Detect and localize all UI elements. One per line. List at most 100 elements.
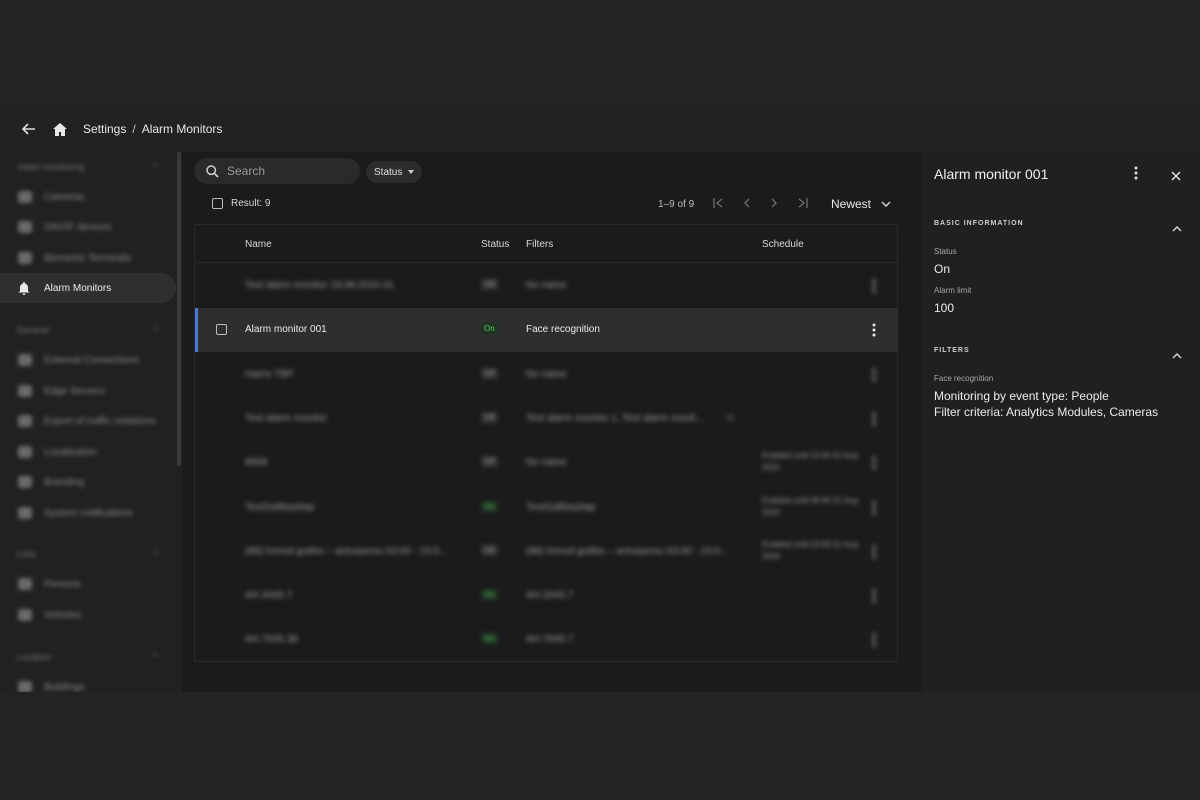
row-name: Test alarm monitor xyxy=(245,413,328,424)
table-row[interactable]: Harris TBP Off No name xyxy=(195,353,897,397)
sidebar-item-branding[interactable]: Branding xyxy=(0,467,176,497)
sidebar-item-label: Export of traffic violations xyxy=(44,415,156,427)
sidebar-item-external-connections[interactable]: External Connections xyxy=(0,345,176,375)
row-status-badge: Off xyxy=(481,545,498,556)
chevron-up-icon[interactable] xyxy=(1172,346,1182,364)
row-filters: AH.7645.7 xyxy=(526,634,574,645)
sidebar-item-label: System notifications xyxy=(44,507,133,519)
sidebar-group-location[interactable]: Location ^ xyxy=(17,652,157,662)
row-more-icon[interactable] xyxy=(872,589,876,606)
chevron-up-icon: ^ xyxy=(153,162,158,172)
sidebar-group-label: General xyxy=(17,325,50,335)
row-filters: AH.3445.7 xyxy=(526,590,574,601)
row-name: Harris TBP xyxy=(245,369,294,380)
sidebar-item-vehicles[interactable]: Vehicles xyxy=(0,600,176,630)
sidebar-scrollbar[interactable] xyxy=(177,152,181,466)
section-basic-information: BASIC INFORMATION xyxy=(934,220,1024,227)
sidebar-item-label: Alarm Monitors xyxy=(44,282,112,294)
row-more-icon[interactable] xyxy=(872,501,876,518)
row-more-icon[interactable] xyxy=(872,456,876,473)
row-filters: No name xyxy=(526,457,567,468)
sidebar-group-lists[interactable]: Lists ^ xyxy=(17,549,157,559)
chevron-up-icon: ^ xyxy=(153,549,158,559)
first-page-icon[interactable] xyxy=(712,196,726,210)
search-input[interactable] xyxy=(227,164,337,178)
row-more-icon[interactable] xyxy=(872,633,876,650)
search-icon xyxy=(206,164,219,178)
sidebar-item-terminals[interactable]: Biometric Terminals xyxy=(0,243,176,273)
chevron-up-icon: ^ xyxy=(153,652,158,662)
sidebar-item-persons[interactable]: Persons xyxy=(0,569,176,599)
table-row[interactable]: (88) Inmod grafes – anturpersu 03:00 - 2… xyxy=(195,530,897,574)
bell-icon xyxy=(18,282,32,295)
sidebar-item-label: Branding xyxy=(44,476,85,488)
back-arrow-icon[interactable] xyxy=(19,119,39,139)
table-row-selected[interactable]: Alarm monitor 001 On Face recognition xyxy=(195,308,897,352)
main-content: Status Result: 9 1–9 of 9 Newest Name St xyxy=(182,152,922,692)
sidebar-item-label: Vehicles xyxy=(44,609,82,621)
result-count: Result: 9 xyxy=(231,198,271,209)
sidebar-item-localization[interactable]: Localization xyxy=(0,437,176,467)
row-status-badge: Off xyxy=(481,368,498,379)
sidebar-item-alarm-monitors[interactable]: Alarm Monitors xyxy=(0,273,176,303)
sidebar-item-export[interactable]: Export of traffic violations xyxy=(0,406,176,436)
search-box[interactable] xyxy=(194,158,360,184)
last-page-icon[interactable] xyxy=(795,196,809,210)
row-more-icon[interactable] xyxy=(872,412,876,429)
sidebar-item-onvif[interactable]: ONVIF devices xyxy=(0,212,176,242)
row-checkbox[interactable] xyxy=(216,324,227,335)
row-more-icon[interactable] xyxy=(872,323,876,340)
breadcrumb-settings[interactable]: Settings xyxy=(83,122,126,136)
home-icon[interactable] xyxy=(50,119,70,139)
sidebar-item-edge-servers[interactable]: Edge Servers xyxy=(0,376,176,406)
row-schedule: Enabled until 12:00 01 Aug 2024 xyxy=(762,451,858,472)
section-filters: FILTERS xyxy=(934,347,970,354)
status-filter-chip[interactable]: Status xyxy=(366,161,423,183)
column-header-name[interactable]: Name xyxy=(245,239,272,250)
status-label: Status xyxy=(934,247,957,256)
sidebar-item-cameras[interactable]: Cameras xyxy=(0,182,176,212)
more-vert-icon[interactable] xyxy=(1134,166,1138,185)
table-row[interactable]: 8908 Off No name Enabled until 12:00 01 … xyxy=(195,441,897,485)
table-row[interactable]: TestGallbepItap On TestGallbepItap Enabl… xyxy=(195,486,897,530)
row-status-badge: On xyxy=(481,323,498,334)
column-header-schedule[interactable]: Schedule xyxy=(762,239,804,250)
row-filters: TestGallbepItap xyxy=(526,502,596,513)
palette-icon xyxy=(18,476,32,488)
sidebar-item-label: Persons xyxy=(44,578,81,590)
status-value: On xyxy=(934,262,951,276)
sidebar-item-label: External Connections xyxy=(44,354,140,366)
sort-dropdown[interactable]: Newest xyxy=(831,197,891,211)
table-row[interactable]: AH.3445.7 On AH.3445.7 xyxy=(195,574,897,618)
row-status-badge: Off xyxy=(481,279,498,290)
sidebar-item-label: Biometric Terminals xyxy=(44,252,132,264)
sidebar-item-buildings[interactable]: Buildings xyxy=(0,672,176,692)
column-header-filters[interactable]: Filters xyxy=(526,239,553,250)
breadcrumb-separator: / xyxy=(132,122,136,136)
table-row[interactable]: Test alarm monitor Off Test alarm monito… xyxy=(195,397,897,441)
filter-criteria: Filter criteria: Analytics Modules, Came… xyxy=(934,405,1159,419)
close-icon[interactable] xyxy=(1171,168,1181,186)
next-page-icon[interactable] xyxy=(767,196,781,210)
sidebar-group-video[interactable]: Video monitoring ^ xyxy=(17,162,157,172)
column-header-status[interactable]: Status xyxy=(481,239,509,250)
sidebar-item-label: Cameras xyxy=(44,191,85,203)
sidebar-group-general[interactable]: General ^ xyxy=(17,325,157,335)
sort-label: Newest xyxy=(831,197,872,211)
chevron-up-icon[interactable] xyxy=(1172,219,1182,237)
row-name: TestGallbepItap xyxy=(245,502,315,513)
prev-page-icon[interactable] xyxy=(740,196,754,210)
row-more-icon[interactable] xyxy=(872,279,876,296)
table-row[interactable]: AH.7645.38 On AH.7645.7 xyxy=(195,618,897,662)
row-more-icon[interactable] xyxy=(872,368,876,385)
sidebar-item-notifications[interactable]: System notifications xyxy=(0,498,176,528)
select-all-checkbox[interactable] xyxy=(212,198,223,209)
sidebar-item-label: ONVIF devices xyxy=(44,221,112,233)
status-filter-label: Status xyxy=(374,166,403,178)
row-filters: Test alarm monitor 1, Test alarm monit..… xyxy=(526,413,704,424)
row-more-icon[interactable] xyxy=(872,545,876,562)
chevron-down-icon xyxy=(881,201,891,207)
row-name: AH.3445.7 xyxy=(245,590,293,601)
table-row[interactable]: Test alarm monitor 19.08.2024 #1 Off No … xyxy=(195,264,897,308)
row-name: Test alarm monitor 19.08.2024 #1 xyxy=(245,280,394,291)
